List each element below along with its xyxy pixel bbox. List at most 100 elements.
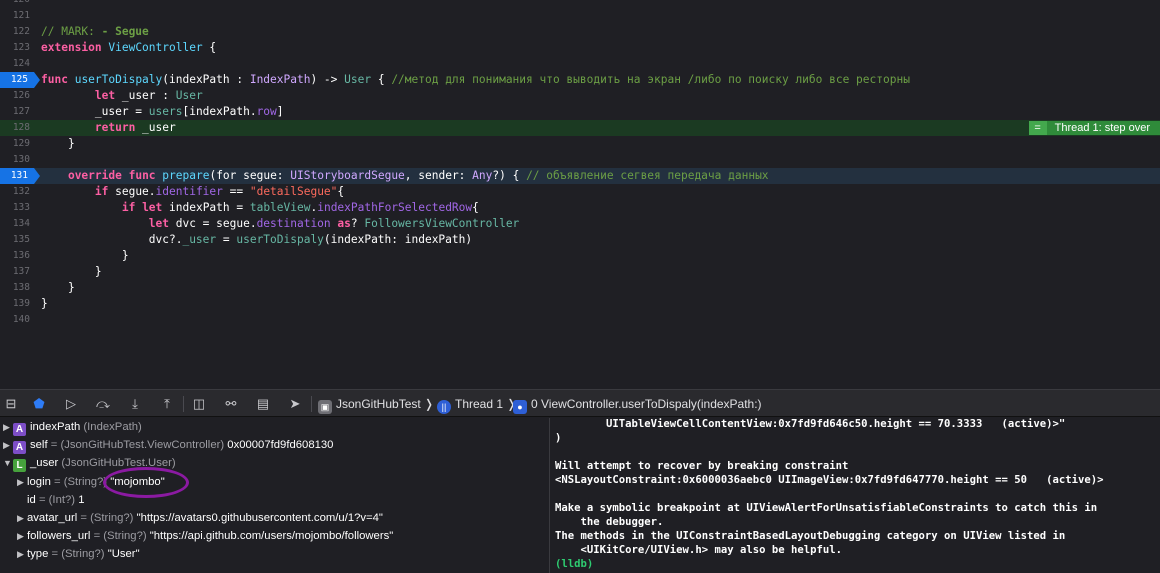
line-number[interactable]: 124 [0,56,30,72]
code-token: func [128,169,156,182]
variable-row[interactable]: ▶ AindexPath (IndexPath) [0,419,549,436]
code-line[interactable]: 129 } [0,136,1160,152]
code-line[interactable]: 123 extension ViewController { [0,40,1160,56]
variable-type: = (JsonGitHubTest.ViewController) [50,439,225,452]
breakpoint-arrow[interactable] [34,72,40,88]
code-token: indexPathForSelectedRow [317,201,473,214]
variable-type: = (String?) [54,475,108,488]
step-into-icon[interactable]: ⤓ [126,395,144,413]
code-line[interactable]: 127 _user = users[indexPath.row] [0,104,1160,120]
line-number[interactable]: 126 [0,88,30,104]
variable-row[interactable]: ▶ login = (String?) "mojombo" [0,474,549,491]
line-number[interactable]: 139 [0,296,30,312]
breakpoint-line-number[interactable]: 131 [0,168,34,184]
variable-row[interactable]: ▶ avatar_url = (String?) "https://avatars… [0,510,549,527]
code-line[interactable]: 130 [0,152,1160,168]
line-number[interactable]: 121 [0,8,30,24]
continue-icon[interactable]: ▷ [62,395,80,413]
code-line[interactable]: 122 // MARK: - Segue [0,24,1160,40]
variable-value: "https://avatars0.githubusercontent.com/… [136,512,383,524]
code-token: ViewController [108,41,203,54]
simulate-location-icon[interactable]: ➤ [286,395,304,413]
code-line[interactable]: 136 } [0,248,1160,264]
code-text: } [41,296,48,312]
breakpoints-toggle-icon[interactable]: ⬟ [30,395,48,413]
disclosure-triangle-icon[interactable]: ▶ [17,474,27,491]
console-output[interactable]: UITableViewCellContentView:0x7fd9fd646c5… [550,418,1160,573]
code-line[interactable]: 126 let _user : User [0,88,1160,104]
code-text: let dvc = segue.destination as? Follower… [41,216,520,232]
disclosure-triangle-icon[interactable]: ▶ [17,546,27,563]
variable-value: 1 [78,493,85,506]
thread-step-badge[interactable]: = Thread 1: step over [1028,121,1160,135]
code-line[interactable]: 121 [0,8,1160,24]
code-text: func userToDispaly(indexPath : IndexPath… [41,72,910,88]
disclosure-triangle-icon[interactable]: ▶ [3,419,13,436]
line-number[interactable]: 130 [0,152,30,168]
variable-row[interactable]: ▶ followers_url = (String?) "https://api.… [0,528,549,545]
code-line[interactable]: 134 let dvc = segue.destination as? Foll… [0,216,1160,232]
code-token: ? [350,217,365,230]
line-number[interactable]: 135 [0,232,30,248]
code-line[interactable]: 131 override func prepare(for segue: UIS… [0,168,1160,184]
local-badge-icon: L [13,459,26,473]
code-token: //метод для понимания что выводить на эк… [391,73,910,86]
breakpoint-line-number[interactable]: 125 [0,72,34,88]
breadcrumb-target[interactable]: ▣ JsonGitHubTest ❭ [318,395,434,414]
line-number[interactable]: 140 [0,312,30,328]
disclosure-triangle-icon[interactable]: ▶ [3,437,13,454]
code-line[interactable]: 124 [0,56,1160,72]
line-number[interactable]: 129 [0,136,30,152]
code-token: User [344,73,372,86]
disclosure-triangle-icon[interactable]: ▼ [3,455,13,472]
variable-row[interactable]: id = (Int?) 1 [0,492,549,509]
code-line[interactable]: 133 if let indexPath = tableView.indexPa… [0,200,1160,216]
line-number[interactable]: 128 [0,120,30,136]
code-line[interactable]: 140 [0,312,1160,328]
code-line[interactable]: 132 if segue.identifier == "detailSegue"… [0,184,1160,200]
code-token: _user [135,121,176,134]
code-token: { [371,73,392,86]
code-editor[interactable]: 120121122 // MARK: - Segue 123 extension Vi… [0,0,1160,388]
code-token: = [216,233,237,246]
breakpoint-arrow[interactable] [34,168,40,184]
view-hierarchy-icon[interactable]: ◫ [190,395,208,413]
breadcrumb-thread[interactable]: || Thread 1 ❭ [437,395,516,414]
code-line[interactable]: 128 return _user = Thread 1: step over [0,120,1160,136]
step-over-icon[interactable]: ⤼ [94,395,112,413]
line-number[interactable]: 122 [0,24,30,40]
line-number[interactable]: 127 [0,104,30,120]
line-number[interactable]: 133 [0,200,30,216]
line-number[interactable]: 136 [0,248,30,264]
variable-row[interactable]: ▶ type = (String?) "User" [0,546,549,563]
console-line: Make a symbolic breakpoint at UIViewAler… [555,502,1098,514]
disclosure-triangle-icon[interactable]: ▶ [17,510,27,527]
code-line[interactable]: 139} [0,296,1160,312]
variables-view[interactable]: ▶ AindexPath (IndexPath) ▶ Aself = (JsonGit… [0,418,550,573]
line-number[interactable]: 132 [0,184,30,200]
memory-graph-icon[interactable]: ⚯ [222,395,240,413]
code-token: ) -> [310,73,345,86]
disclosure-triangle-icon[interactable]: ▶ [17,528,27,545]
code-line[interactable]: 120 [0,0,1160,8]
hide-debug-area-icon[interactable]: ⊟ [2,395,20,413]
lldb-prompt[interactable]: (lldb) [555,557,593,571]
environment-overrides-icon[interactable]: ▤ [254,395,272,413]
step-out-icon[interactable]: ⤒ [158,395,176,413]
console-line: UITableViewCellContentView:0x7fd9fd646c5… [555,418,1066,430]
code-token: ?) { [492,169,527,182]
code-line[interactable]: 138 } [0,280,1160,296]
code-line[interactable]: 137 } [0,264,1160,280]
code-line[interactable]: 125 func userToDispaly(indexPath : IndexP… [0,72,1160,88]
line-number[interactable]: 138 [0,280,30,296]
line-number[interactable]: 134 [0,216,30,232]
code-line[interactable]: 135 dvc?._user = userToDispaly(indexPath… [0,232,1160,248]
line-number[interactable]: 120 [0,0,30,8]
line-number[interactable]: 123 [0,40,30,56]
code-token: // объявление сегвея передача данных [526,169,769,182]
variable-row[interactable]: ▶ Aself = (JsonGitHubTest.ViewController)… [0,437,549,455]
variable-row[interactable]: ▼ L _user (JsonGitHubTest.User) [0,455,549,473]
breadcrumb-frame[interactable]: ● 0 ViewController.userToDispaly(indexPat… [513,395,762,414]
line-number[interactable]: 137 [0,264,30,280]
